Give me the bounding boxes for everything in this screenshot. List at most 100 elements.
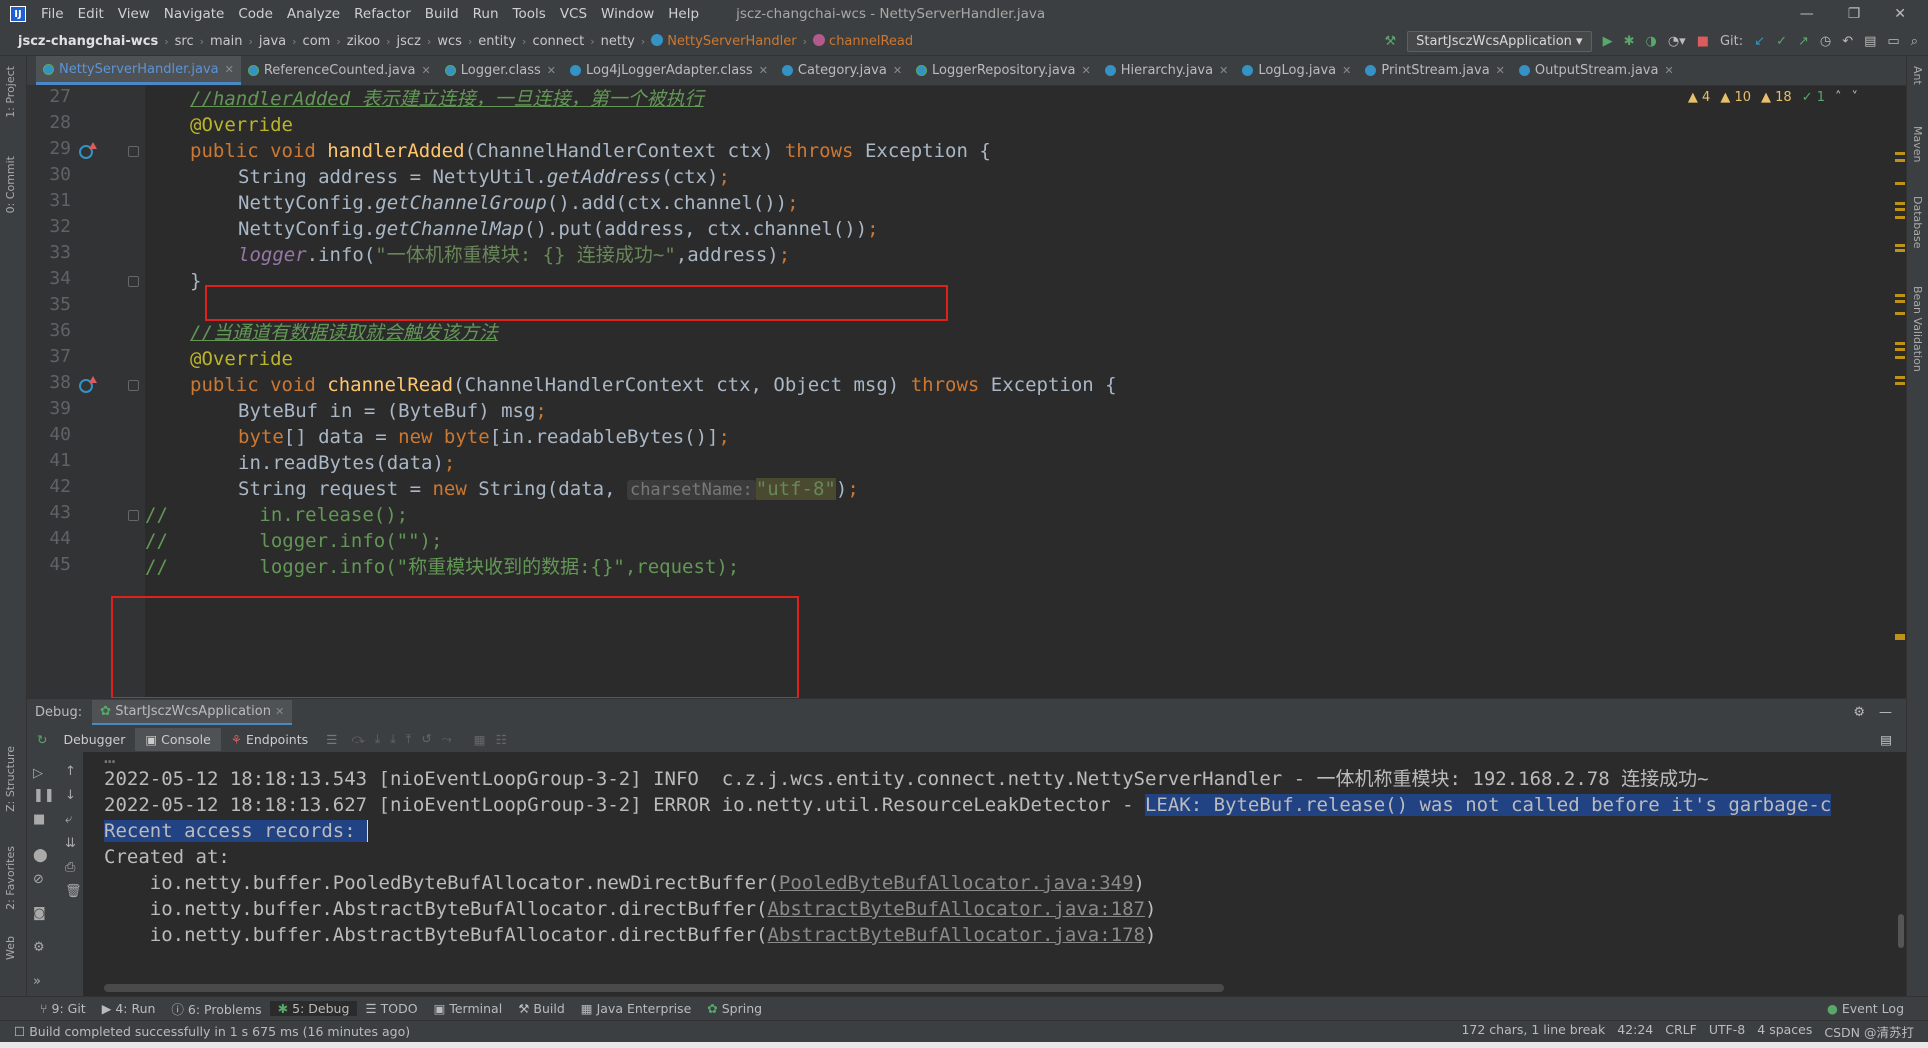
weak-warning-count[interactable]: ▲ 10 <box>1720 90 1751 105</box>
run-icon[interactable]: ▶ <box>1603 34 1613 49</box>
stripe-mark[interactable] <box>1895 342 1905 345</box>
resume-icon[interactable]: ▷ <box>33 766 43 781</box>
tab-logger-class[interactable]: Logger.class ✕ <box>438 56 563 85</box>
event-log-button[interactable]: ● Event Log <box>1819 1001 1912 1016</box>
fold-icon[interactable] <box>128 276 139 287</box>
breadcrumb-connect[interactable]: connect <box>528 34 588 49</box>
close-tab-icon[interactable]: ✕ <box>422 64 431 77</box>
project-tool-button[interactable]: 1: Project <box>4 66 17 118</box>
camera-icon[interactable]: ◙ <box>33 906 46 921</box>
stripe-mark[interactable] <box>1895 249 1905 252</box>
menu-edit[interactable]: Edit <box>71 6 111 22</box>
fold-icon[interactable] <box>128 146 139 157</box>
commit-tool-button[interactable]: 0: Commit <box>4 156 17 213</box>
selected-text[interactable]: Recent access records: <box>104 820 368 842</box>
breadcrumb-entity[interactable]: entity <box>474 34 520 49</box>
gear-icon[interactable]: ⚙ <box>1853 705 1865 720</box>
horizontal-scrollbar[interactable] <box>104 984 1224 992</box>
stripe-mark[interactable] <box>1895 376 1905 379</box>
breadcrumb-com[interactable]: com <box>299 34 335 49</box>
close-tab-icon[interactable]: ✕ <box>759 64 768 77</box>
stripe-mark[interactable] <box>1895 208 1905 211</box>
ant-tool-button[interactable]: Ant <box>1911 66 1924 85</box>
structure-tool-button[interactable]: Z: Structure <box>4 746 17 812</box>
project-structure-icon[interactable]: ▤ <box>1864 34 1876 49</box>
java-enterprise-tool-button[interactable]: ▦ Java Enterprise <box>573 1001 699 1016</box>
tab-hierarchy[interactable]: Hierarchy.java ✕ <box>1098 56 1236 85</box>
breadcrumb-project[interactable]: jscz-changchai-wcs <box>0 34 162 49</box>
breadcrumb-java[interactable]: java <box>255 34 290 49</box>
view-breakpoints-icon[interactable]: ⬤ <box>33 848 48 863</box>
stripe-mark[interactable] <box>1895 159 1905 162</box>
more-icon[interactable]: » <box>33 974 41 989</box>
run-tool-button[interactable]: ▶ 4: Run <box>94 1001 164 1016</box>
close-tab-icon[interactable]: ✕ <box>225 63 234 76</box>
menu-navigate[interactable]: Navigate <box>157 6 232 22</box>
menu-tools[interactable]: Tools <box>506 6 553 22</box>
database-tool-button[interactable]: Database <box>1911 196 1924 249</box>
debug-icon[interactable]: ✱ <box>1624 34 1635 49</box>
coverage-icon[interactable]: ◑ <box>1645 34 1656 49</box>
tab-referencecounted[interactable]: ReferenceCounted.java ✕ <box>241 56 438 85</box>
todo-tool-button[interactable]: ☰ TODO <box>357 1001 425 1016</box>
trash-icon[interactable]: 🗑 <box>65 884 82 899</box>
stripe-mark[interactable] <box>1895 356 1905 359</box>
problems-tool-button[interactable]: ⓘ 6: Problems <box>163 999 269 1018</box>
menu-file[interactable]: File <box>34 6 71 22</box>
close-tab-icon[interactable]: ✕ <box>1082 64 1091 77</box>
close-tab-icon[interactable]: ✕ <box>1219 64 1228 77</box>
tab-log4jloggeradapter[interactable]: Log4jLoggerAdapter.class ✕ <box>563 56 775 85</box>
breadcrumb-jscz[interactable]: jscz <box>393 34 425 49</box>
close-tab-icon[interactable]: ✕ <box>1664 64 1673 77</box>
stripe-mark[interactable] <box>1895 244 1905 247</box>
rerun-icon[interactable]: ↻ <box>27 732 53 747</box>
minimize-panel-icon[interactable]: — <box>1879 705 1892 720</box>
search-icon[interactable]: ⌕ <box>1911 34 1918 49</box>
maven-tool-button[interactable]: Maven <box>1911 126 1924 162</box>
run-configuration-select[interactable]: StartJsczWcsApplication ▾ <box>1407 31 1592 52</box>
stacktrace-link[interactable]: AbstractByteBufAllocator.java:187 <box>767 898 1145 920</box>
mute-breakpoints-icon[interactable]: ⊘ <box>33 872 44 887</box>
git-history-icon[interactable]: ◷ <box>1820 34 1831 49</box>
menu-refactor[interactable]: Refactor <box>347 6 418 22</box>
bean-validation-tool-button[interactable]: Bean Validation <box>1911 286 1924 372</box>
vertical-scrollbar[interactable] <box>1898 914 1904 948</box>
breadcrumb-netty[interactable]: netty <box>597 34 639 49</box>
stop-icon[interactable]: ■ <box>1697 34 1709 49</box>
stripe-mark[interactable] <box>1895 348 1905 351</box>
inspection-widget[interactable]: ▲ 4 ▲ 10 ▲ 18 ✓ 1 ˄ ˅ <box>1688 86 1858 108</box>
git-tool-button[interactable]: ⑂ 9: Git <box>32 1001 94 1016</box>
menu-vcs[interactable]: VCS <box>553 6 594 22</box>
menu-run[interactable]: Run <box>466 6 506 22</box>
line-separator[interactable]: CRLF <box>1665 1022 1697 1041</box>
tab-category[interactable]: Category.java ✕ <box>775 56 909 85</box>
typo-count[interactable]: ▲ 18 <box>1761 90 1792 105</box>
selected-text[interactable]: LEAK: ByteBuf.release() was not called b… <box>1144 794 1832 816</box>
hammer-build-icon[interactable]: ⚒ <box>1384 34 1396 49</box>
print-icon[interactable]: ⎙ <box>65 860 75 875</box>
restore-icon[interactable]: ❐ <box>1848 6 1861 22</box>
step-actions[interactable]: ⤼⤓⤓⤒↺⤳ <box>345 731 467 747</box>
menu-code[interactable]: Code <box>231 6 280 22</box>
menu-view[interactable]: View <box>111 6 157 22</box>
stacktrace-link[interactable]: PooledByteBufAllocator.java:349 <box>779 872 1134 894</box>
spring-tool-button[interactable]: ✿ Spring <box>699 1001 770 1016</box>
close-tab-icon[interactable]: ✕ <box>547 64 556 77</box>
git-push-icon[interactable]: ↗ <box>1798 34 1809 49</box>
caret-position[interactable]: 42:24 <box>1617 1022 1653 1041</box>
chevron-down-icon[interactable]: ˅ <box>1852 90 1859 105</box>
chevron-up-icon[interactable]: ˄ <box>1835 90 1842 105</box>
override-method-icon[interactable] <box>79 376 97 393</box>
breadcrumb-zikoo[interactable]: zikoo <box>343 34 384 49</box>
stripe-mark[interactable] <box>1895 382 1905 385</box>
menu-analyze[interactable]: Analyze <box>280 6 347 22</box>
favorites-tool-button[interactable]: 2: Favorites <box>4 846 17 910</box>
git-update-icon[interactable]: ↙ <box>1754 34 1765 49</box>
build-tool-button[interactable]: ⚒ Build <box>510 1001 573 1016</box>
pause-icon[interactable]: ❚❚ <box>33 788 55 803</box>
tab-endpoints[interactable]: ⚘ Endpoints <box>221 732 318 747</box>
breadcrumb-class[interactable]: NettyServerHandler <box>647 34 800 49</box>
file-encoding[interactable]: UTF-8 <box>1709 1022 1745 1041</box>
warning-count[interactable]: ▲ 4 <box>1688 90 1710 105</box>
stripe-mark[interactable] <box>1895 152 1905 155</box>
